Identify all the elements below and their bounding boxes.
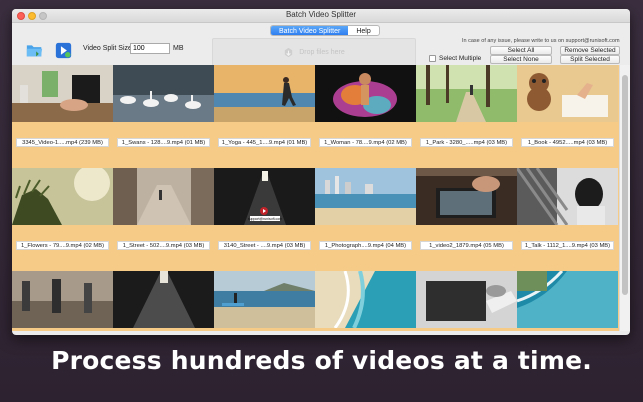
video-item[interactable]: 1_Yoga - 445_1....9.mp4 (01 MB): [214, 65, 315, 168]
folder-open-icon[interactable]: [26, 42, 43, 59]
video-thumbnail: [517, 168, 618, 225]
video-thumbnail: [214, 65, 315, 122]
video-item[interactable]: [315, 271, 416, 331]
window-title: Batch Video Splitter: [285, 10, 357, 19]
video-grid: 3345_Video-1.....mp4 (239 MB) 1_Swans - …: [12, 65, 619, 331]
marketing-banner: Process hundreds of videos at a time.: [51, 346, 592, 375]
video-thumbnail: [315, 65, 416, 122]
video-item[interactable]: 1_video2_1879.mp4 (05 MB): [416, 168, 517, 271]
video-caption: 1_Park - 3280_.....mp4 (03 MB): [420, 138, 513, 147]
drop-zone[interactable]: Drop files here: [212, 38, 416, 67]
support-watermark: support@runisoft.com: [248, 217, 282, 221]
video-caption: 3345_Video-1.....mp4 (239 MB): [16, 138, 109, 147]
video-caption: 1_video2_1879.mp4 (05 MB): [420, 241, 513, 250]
split-selected-button[interactable]: Split Selected: [560, 55, 620, 64]
video-thumbnail: [113, 65, 214, 122]
video-item[interactable]: 1_Woman - 78....9.mp4 (02 MB): [315, 65, 416, 168]
vertical-scrollbar[interactable]: [619, 65, 630, 331]
video-item[interactable]: 1_Photograph....9.mp4 (04 MB): [315, 168, 416, 271]
video-add-icon[interactable]: [55, 42, 72, 59]
video-thumbnail: [416, 65, 517, 122]
video-caption: 1_Book - 4952.....mp4 (03 MB): [521, 138, 614, 147]
split-size-unit: MB: [173, 45, 184, 52]
select-multiple-checkbox[interactable]: [429, 55, 436, 62]
video-caption: 1_Flowers - 79....9.mp4 (02 MB): [16, 241, 109, 250]
select-all-button[interactable]: Select All: [490, 46, 552, 55]
video-item[interactable]: 1_Swans - 128....9.mp4 (01 MB): [113, 65, 214, 168]
video-thumbnail: [517, 65, 618, 122]
video-item[interactable]: 1_Park - 3280_.....mp4 (03 MB): [416, 65, 517, 168]
tab-batch-video-splitter[interactable]: Batch Video Splitter: [271, 26, 349, 35]
video-thumbnail: [416, 271, 517, 328]
video-item[interactable]: 3345_Video-1.....mp4 (239 MB): [12, 65, 113, 168]
tab-help[interactable]: Help: [348, 26, 378, 35]
video-thumbnail: [113, 168, 214, 225]
video-item[interactable]: [113, 271, 214, 331]
drop-zone-text: Drop files here: [299, 49, 345, 56]
video-item[interactable]: 1_Talk - 1112_1....9.mp4 (03 MB): [517, 168, 618, 271]
video-item[interactable]: 1_Book - 4952.....mp4 (03 MB): [517, 65, 618, 168]
video-thumbnail: [12, 168, 113, 225]
video-thumbnail: [12, 271, 113, 328]
video-item[interactable]: [517, 271, 618, 331]
video-thumbnail: [315, 168, 416, 225]
video-thumbnail: [517, 271, 618, 328]
video-item[interactable]: support@runisoft.com 3140_Street - ....9…: [214, 168, 315, 271]
select-multiple-label: Select Multiple: [439, 55, 482, 62]
title-bar: Batch Video Splitter: [12, 9, 630, 23]
video-item[interactable]: [416, 271, 517, 331]
video-item[interactable]: 1_Street - 502....9.mp4 (03 MB): [113, 168, 214, 271]
video-item[interactable]: [12, 271, 113, 331]
split-size-input[interactable]: [130, 43, 170, 54]
app-window: Batch Video Splitter Batch Video Splitte…: [12, 9, 630, 335]
remove-selected-button[interactable]: Remove Selected: [560, 46, 620, 55]
split-size-label: Video Split Size: [83, 45, 132, 52]
video-thumbnail: [416, 168, 517, 225]
video-item[interactable]: [214, 271, 315, 331]
video-thumbnail: support@runisoft.com: [214, 168, 315, 225]
video-caption: 1_Street - 502....9.mp4 (03 MB): [117, 241, 210, 250]
video-thumbnail: [113, 271, 214, 328]
video-caption: 1_Talk - 1112_1....9.mp4 (03 MB): [521, 241, 614, 250]
video-item[interactable]: 1_Flowers - 79....9.mp4 (02 MB): [12, 168, 113, 271]
video-caption: 1_Yoga - 445_1....9.mp4 (01 MB): [218, 138, 311, 147]
video-caption: 1_Swans - 128....9.mp4 (01 MB): [117, 138, 210, 147]
scrollbar-thumb[interactable]: [622, 75, 628, 295]
video-caption: 1_Woman - 78....9.mp4 (02 MB): [319, 138, 412, 147]
video-caption: 1_Photograph....9.mp4 (04 MB): [319, 241, 412, 250]
video-thumbnail: [12, 65, 113, 122]
drop-files-icon: [285, 47, 293, 58]
video-thumbnail: [315, 271, 416, 328]
video-caption: 3140_Street - ....9.mp4 (03 MB): [218, 241, 311, 250]
select-multiple-toggle[interactable]: Select Multiple: [429, 55, 481, 62]
video-thumbnail: [214, 271, 315, 328]
support-text: In case of any issue, please write to us…: [462, 38, 620, 44]
select-none-button[interactable]: Select None: [490, 55, 552, 64]
